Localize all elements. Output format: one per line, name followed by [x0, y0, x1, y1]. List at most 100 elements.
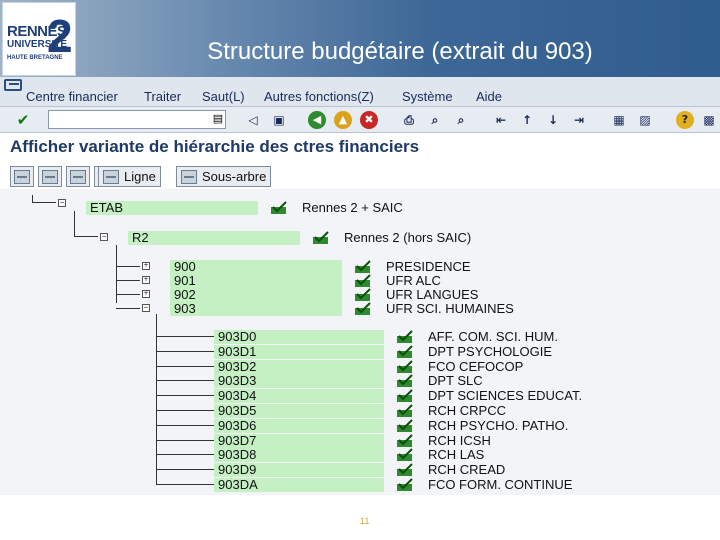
- previous-page-icon[interactable]: ↑: [518, 111, 536, 129]
- level3-desc: RCH CRPCC: [428, 403, 506, 418]
- line-icon: [103, 169, 119, 184]
- node-902-toggle[interactable]: +: [142, 290, 150, 298]
- level3-check-icon: [396, 389, 414, 403]
- level3-desc: DPT PSYCHOLOGIE: [428, 344, 553, 359]
- sap-window: Centre financier Traiter Saut(L) Autres …: [0, 77, 720, 495]
- find-next-icon[interactable]: ⌕: [452, 111, 470, 129]
- code-901[interactable]: 901: [170, 274, 342, 288]
- level3-check-icon: [396, 478, 414, 492]
- print-icon[interactable]: ⎙: [400, 111, 418, 129]
- subtree-icon: [181, 169, 197, 184]
- level3-code[interactable]: 903D4: [214, 389, 384, 403]
- node-901-toggle[interactable]: +: [142, 276, 150, 284]
- level3-code[interactable]: 903D2: [214, 360, 384, 374]
- r2-node-toggle[interactable]: −: [100, 233, 108, 241]
- level3-desc: FCO CEFOCOP: [428, 359, 524, 374]
- line-button[interactable]: Ligne: [98, 166, 161, 187]
- menu-centre-financier[interactable]: Centre financier: [26, 89, 118, 104]
- root-node-toggle[interactable]: −: [58, 199, 66, 207]
- level3-code[interactable]: 903D8: [214, 448, 384, 462]
- subtree-button-label: Sous-arbre: [202, 169, 267, 184]
- application-toolbar: Ligne Sous-arbre: [0, 163, 720, 189]
- last-page-icon[interactable]: ⇥: [570, 111, 588, 129]
- desc-902: UFR LANGUES: [386, 287, 479, 302]
- level3-code[interactable]: 903D9: [214, 463, 384, 477]
- university-logo: RENNES UNIVERSITÉ HAUTE BRETAGNE 2: [2, 2, 76, 76]
- page-number: 11: [360, 516, 370, 526]
- level3-desc: RCH PSYCHO. PATHO.: [428, 418, 569, 433]
- help-icon[interactable]: ?: [676, 111, 694, 129]
- find-icon[interactable]: ⌕: [426, 111, 444, 129]
- cancel-icon[interactable]: ✖: [360, 111, 378, 129]
- level3-desc: RCH LAS: [428, 447, 485, 462]
- root-code[interactable]: ETAB: [86, 201, 258, 215]
- first-page-icon[interactable]: ⇤: [492, 111, 510, 129]
- expand-icon[interactable]: [10, 166, 34, 187]
- command-history-icon[interactable]: ▤: [211, 112, 225, 127]
- level3-code[interactable]: 903D1: [214, 345, 384, 359]
- check-902-icon: [354, 288, 372, 302]
- level3-check-icon: [396, 404, 414, 418]
- slide-header: RENNES UNIVERSITÉ HAUTE BRETAGNE 2 Struc…: [0, 0, 720, 77]
- menu-bar: Centre financier Traiter Saut(L) Autres …: [0, 77, 720, 107]
- check-903-icon: [354, 302, 372, 316]
- create-session-icon[interactable]: ▦: [610, 111, 628, 129]
- level3-code[interactable]: 903D5: [214, 404, 384, 418]
- check-900-icon: [354, 260, 372, 274]
- back-arrow-icon[interactable]: ◁: [244, 111, 262, 129]
- menu-traiter[interactable]: Traiter: [144, 89, 181, 104]
- menu-saut[interactable]: Saut(L): [202, 89, 245, 104]
- menu-systeme[interactable]: Système: [402, 89, 453, 104]
- shortcut-icon[interactable]: ▨: [636, 111, 654, 129]
- exit-icon[interactable]: ▲: [334, 111, 352, 129]
- enter-check-icon[interactable]: ✔: [14, 111, 32, 129]
- code-903[interactable]: 903: [170, 302, 342, 316]
- save-icon[interactable]: ▣: [270, 111, 288, 129]
- check-901-icon: [354, 274, 372, 288]
- level3-check-icon: [396, 330, 414, 344]
- level3-code[interactable]: 903D6: [214, 419, 384, 433]
- menu-aide[interactable]: Aide: [476, 89, 502, 104]
- root-check-icon: [270, 201, 288, 215]
- collapse-icon[interactable]: [38, 166, 62, 187]
- r2-check-icon: [312, 231, 330, 245]
- level3-desc: DPT SCIENCES EDUCAT.: [428, 388, 583, 403]
- level3-desc: FCO FORM. CONTINUE: [428, 477, 573, 492]
- level3-code[interactable]: 903D3: [214, 374, 384, 388]
- hierarchy-tree: − ETAB Rennes 2 + SAIC − R2 Rennes 2 (ho…: [0, 189, 720, 495]
- subtree-button[interactable]: Sous-arbre: [176, 166, 272, 187]
- level3-code[interactable]: 903D0: [214, 330, 384, 344]
- system-toolbar: ✔ ▤ ◁ ▣ ◀ ▲ ✖ ⎙ ⌕ ⌕ ⇤ ↑ ↓ ⇥ ▦ ▨ ? ▩: [0, 107, 720, 133]
- code-902[interactable]: 902: [170, 288, 342, 302]
- details-icon[interactable]: [66, 166, 90, 187]
- r2-desc: Rennes 2 (hors SAIC): [344, 230, 472, 245]
- level3-desc: RCH ICSH: [428, 433, 491, 448]
- menu-autres-fonctions[interactable]: Autres fonctions(Z): [264, 89, 374, 104]
- node-903-toggle[interactable]: −: [142, 304, 150, 312]
- desc-903: UFR SCI. HUMAINES: [386, 301, 514, 316]
- level3-code[interactable]: 903D7: [214, 434, 384, 448]
- level3-desc: AFF. COM. SCI. HUM.: [428, 329, 558, 344]
- root-desc: Rennes 2 + SAIC: [302, 200, 403, 215]
- level3-check-icon: [396, 360, 414, 374]
- level3-check-icon: [396, 419, 414, 433]
- level3-code[interactable]: 903DA: [214, 478, 384, 492]
- level3-check-icon: [396, 463, 414, 477]
- level3-check-icon: [396, 434, 414, 448]
- level3-check-icon: [396, 448, 414, 462]
- node-900-toggle[interactable]: +: [142, 262, 150, 270]
- command-field[interactable]: ▤: [48, 110, 226, 129]
- desc-901: UFR ALC: [386, 273, 441, 288]
- level3-check-icon: [396, 374, 414, 388]
- layout-menu-icon[interactable]: ▩: [700, 111, 718, 129]
- screen-title: Afficher variante de hiérarchie des ctre…: [10, 137, 420, 156]
- next-page-icon[interactable]: ↓: [544, 111, 562, 129]
- r2-code[interactable]: R2: [128, 231, 300, 245]
- menu-system-icon[interactable]: [4, 79, 22, 91]
- logo-number: 2: [47, 10, 73, 62]
- desc-900: PRESIDENCE: [386, 259, 471, 274]
- level3-desc: RCH CREAD: [428, 462, 506, 477]
- line-button-label: Ligne: [124, 169, 156, 184]
- code-900[interactable]: 900: [170, 260, 342, 274]
- back-icon[interactable]: ◀: [308, 111, 326, 129]
